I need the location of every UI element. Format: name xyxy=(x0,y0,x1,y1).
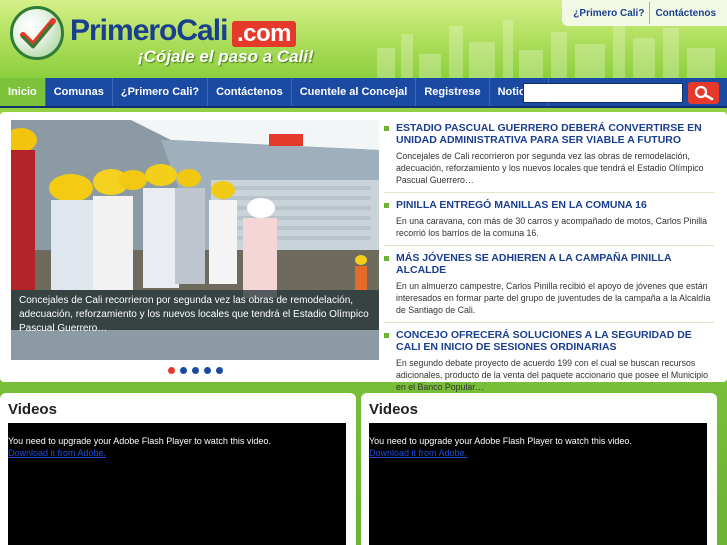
main-nav: Inicio Comunas ¿Primero Cali? Contácteno… xyxy=(0,78,727,108)
video-player[interactable]: You need to upgrade your Adobe Flash Pla… xyxy=(369,423,707,545)
slider-dot[interactable] xyxy=(191,366,199,374)
slider-caption: Concejales de Cali recorrieron por segun… xyxy=(11,290,379,334)
video-section-title: Videos xyxy=(8,401,57,418)
slider-dot[interactable] xyxy=(167,366,175,374)
logo-check-icon[interactable] xyxy=(10,6,64,60)
nav-item-registrese[interactable]: Registrese xyxy=(416,78,490,106)
flash-upgrade-message: You need to upgrade your Adobe Flash Pla… xyxy=(369,436,632,446)
news-item: PINILLA ENTREGÓ MANILLAS EN LA COMUNA 16… xyxy=(384,199,714,246)
video-panel-left: Videos You need to upgrade your Adobe Fl… xyxy=(0,393,356,545)
news-title-link[interactable]: MÁS JÓVENES SE ADHIEREN A LA CAMPAÑA PIN… xyxy=(396,252,714,276)
flash-download-link[interactable]: Download it from Adobe. xyxy=(8,448,106,458)
nav-item-contactenos[interactable]: Contáctenos xyxy=(208,78,292,106)
flash-upgrade-message: You need to upgrade your Adobe Flash Pla… xyxy=(8,436,271,446)
flash-download-link[interactable]: Download it from Adobe. xyxy=(369,448,467,458)
news-title-link[interactable]: ESTADIO PASCUAL GUERRERO DEBERÁ CONVERTI… xyxy=(396,122,714,146)
top-links: ¿Primero Cali? Contáctenos xyxy=(562,0,727,26)
logo-primero-text: Primero xyxy=(70,14,177,47)
video-section-title: Videos xyxy=(369,401,418,418)
news-summary: En una caravana, con más de 30 carros y … xyxy=(396,216,707,238)
bullet-icon xyxy=(384,333,389,338)
featured-panel: Concejales de Cali recorrieron por segun… xyxy=(0,112,727,392)
toplink-contactenos[interactable]: Contáctenos xyxy=(650,8,721,19)
search-icon xyxy=(694,85,713,101)
news-summary: En un almuerzo campestre, Carlos Pinilla… xyxy=(396,281,711,315)
news-title-link[interactable]: PINILLA ENTREGÓ MANILLAS EN LA COMUNA 16 xyxy=(396,199,714,211)
nav-item-cuentele-concejal[interactable]: Cuentele al Concejal xyxy=(292,78,417,106)
slider-dot[interactable] xyxy=(179,366,187,374)
search-button[interactable] xyxy=(688,82,719,104)
site-slogan: ¡Cójale el paso a Cali! xyxy=(138,47,314,66)
logo-cali-text: Cali xyxy=(176,14,228,47)
nav-item-comunas[interactable]: Comunas xyxy=(46,78,113,106)
video-player[interactable]: You need to upgrade your Adobe Flash Pla… xyxy=(8,423,346,545)
nav-item-inicio[interactable]: Inicio xyxy=(0,78,46,106)
bullet-icon xyxy=(384,126,389,131)
logo-com-badge: .com xyxy=(232,21,297,47)
site-header: PrimeroCali .com ¡Cójale el paso a Cali!… xyxy=(0,0,727,78)
news-title-link[interactable]: CONCEJO OFRECERÁ SOLUCIONES A LA SEGURID… xyxy=(396,329,714,353)
search-input[interactable] xyxy=(523,83,683,103)
news-item: ESTADIO PASCUAL GUERRERO DEBERÁ CONVERTI… xyxy=(384,122,714,193)
news-summary: En segundo debate proyecto de acuerdo 19… xyxy=(396,358,709,392)
news-list: ESTADIO PASCUAL GUERRERO DEBERÁ CONVERTI… xyxy=(384,122,714,405)
bullet-icon xyxy=(384,203,389,208)
nav-item-primero-cali[interactable]: ¿Primero Cali? xyxy=(113,78,209,106)
logo-wordmark[interactable]: PrimeroCali xyxy=(70,14,228,48)
news-summary: Concejales de Cali recorrieron por segun… xyxy=(396,151,704,185)
slider-dot[interactable] xyxy=(215,366,223,374)
bullet-icon xyxy=(384,256,389,261)
city-skyline-decoration xyxy=(367,18,727,78)
photo-slider[interactable]: Concejales de Cali recorrieron por segun… xyxy=(11,120,379,370)
video-panel-right: Videos You need to upgrade your Adobe Fl… xyxy=(361,393,717,545)
news-item: CONCEJO OFRECERÁ SOLUCIONES A LA SEGURID… xyxy=(384,329,714,399)
toplink-primero-cali[interactable]: ¿Primero Cali? xyxy=(568,8,649,19)
slider-pagination xyxy=(11,360,379,380)
news-item: MÁS JÓVENES SE ADHIEREN A LA CAMPAÑA PIN… xyxy=(384,252,714,323)
slider-dot[interactable] xyxy=(203,366,211,374)
